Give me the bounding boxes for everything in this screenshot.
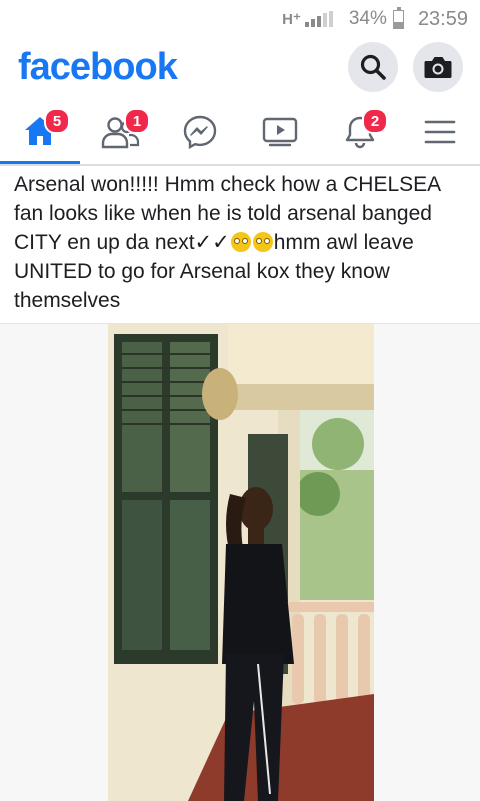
network-type: H⁺ bbox=[282, 11, 301, 28]
post-text: Arsenal won!!!!! Hmm check how a CHELSEA… bbox=[14, 170, 470, 315]
battery-icon bbox=[392, 6, 404, 29]
camera-button[interactable] bbox=[413, 42, 463, 92]
messenger-icon bbox=[183, 115, 217, 149]
facebook-logo[interactable]: facebook bbox=[18, 46, 178, 89]
rolling-eyes-emoji-icon bbox=[230, 232, 251, 252]
search-icon bbox=[360, 54, 386, 80]
tab-watch[interactable] bbox=[240, 100, 320, 164]
search-button[interactable] bbox=[348, 42, 398, 92]
post-photo[interactable] bbox=[108, 324, 374, 801]
tab-home[interactable]: 5 bbox=[0, 100, 80, 164]
tab-messenger[interactable] bbox=[160, 100, 240, 164]
clock: 23:59 bbox=[417, 7, 468, 30]
tab-friends[interactable]: 1 bbox=[80, 100, 160, 164]
notifications-badge: 2 bbox=[362, 108, 388, 134]
signal-icon bbox=[304, 11, 333, 27]
video-icon bbox=[262, 117, 298, 147]
post-photo-frame bbox=[0, 323, 480, 801]
app-header: facebook bbox=[0, 38, 480, 100]
nav-tab-bar: 5 1 2 bbox=[0, 100, 480, 166]
menu-icon bbox=[424, 120, 456, 144]
photo-image bbox=[108, 324, 374, 801]
camera-icon bbox=[424, 57, 452, 78]
tab-menu[interactable] bbox=[400, 100, 480, 164]
status-bar: H⁺ 34% 23:59 bbox=[0, 0, 480, 38]
battery-percent: 34% bbox=[348, 8, 387, 29]
friends-badge: 1 bbox=[124, 108, 150, 134]
tab-notifications[interactable]: 2 bbox=[320, 100, 400, 164]
home-badge: 5 bbox=[44, 108, 70, 134]
rolling-eyes-emoji-icon bbox=[252, 232, 273, 252]
